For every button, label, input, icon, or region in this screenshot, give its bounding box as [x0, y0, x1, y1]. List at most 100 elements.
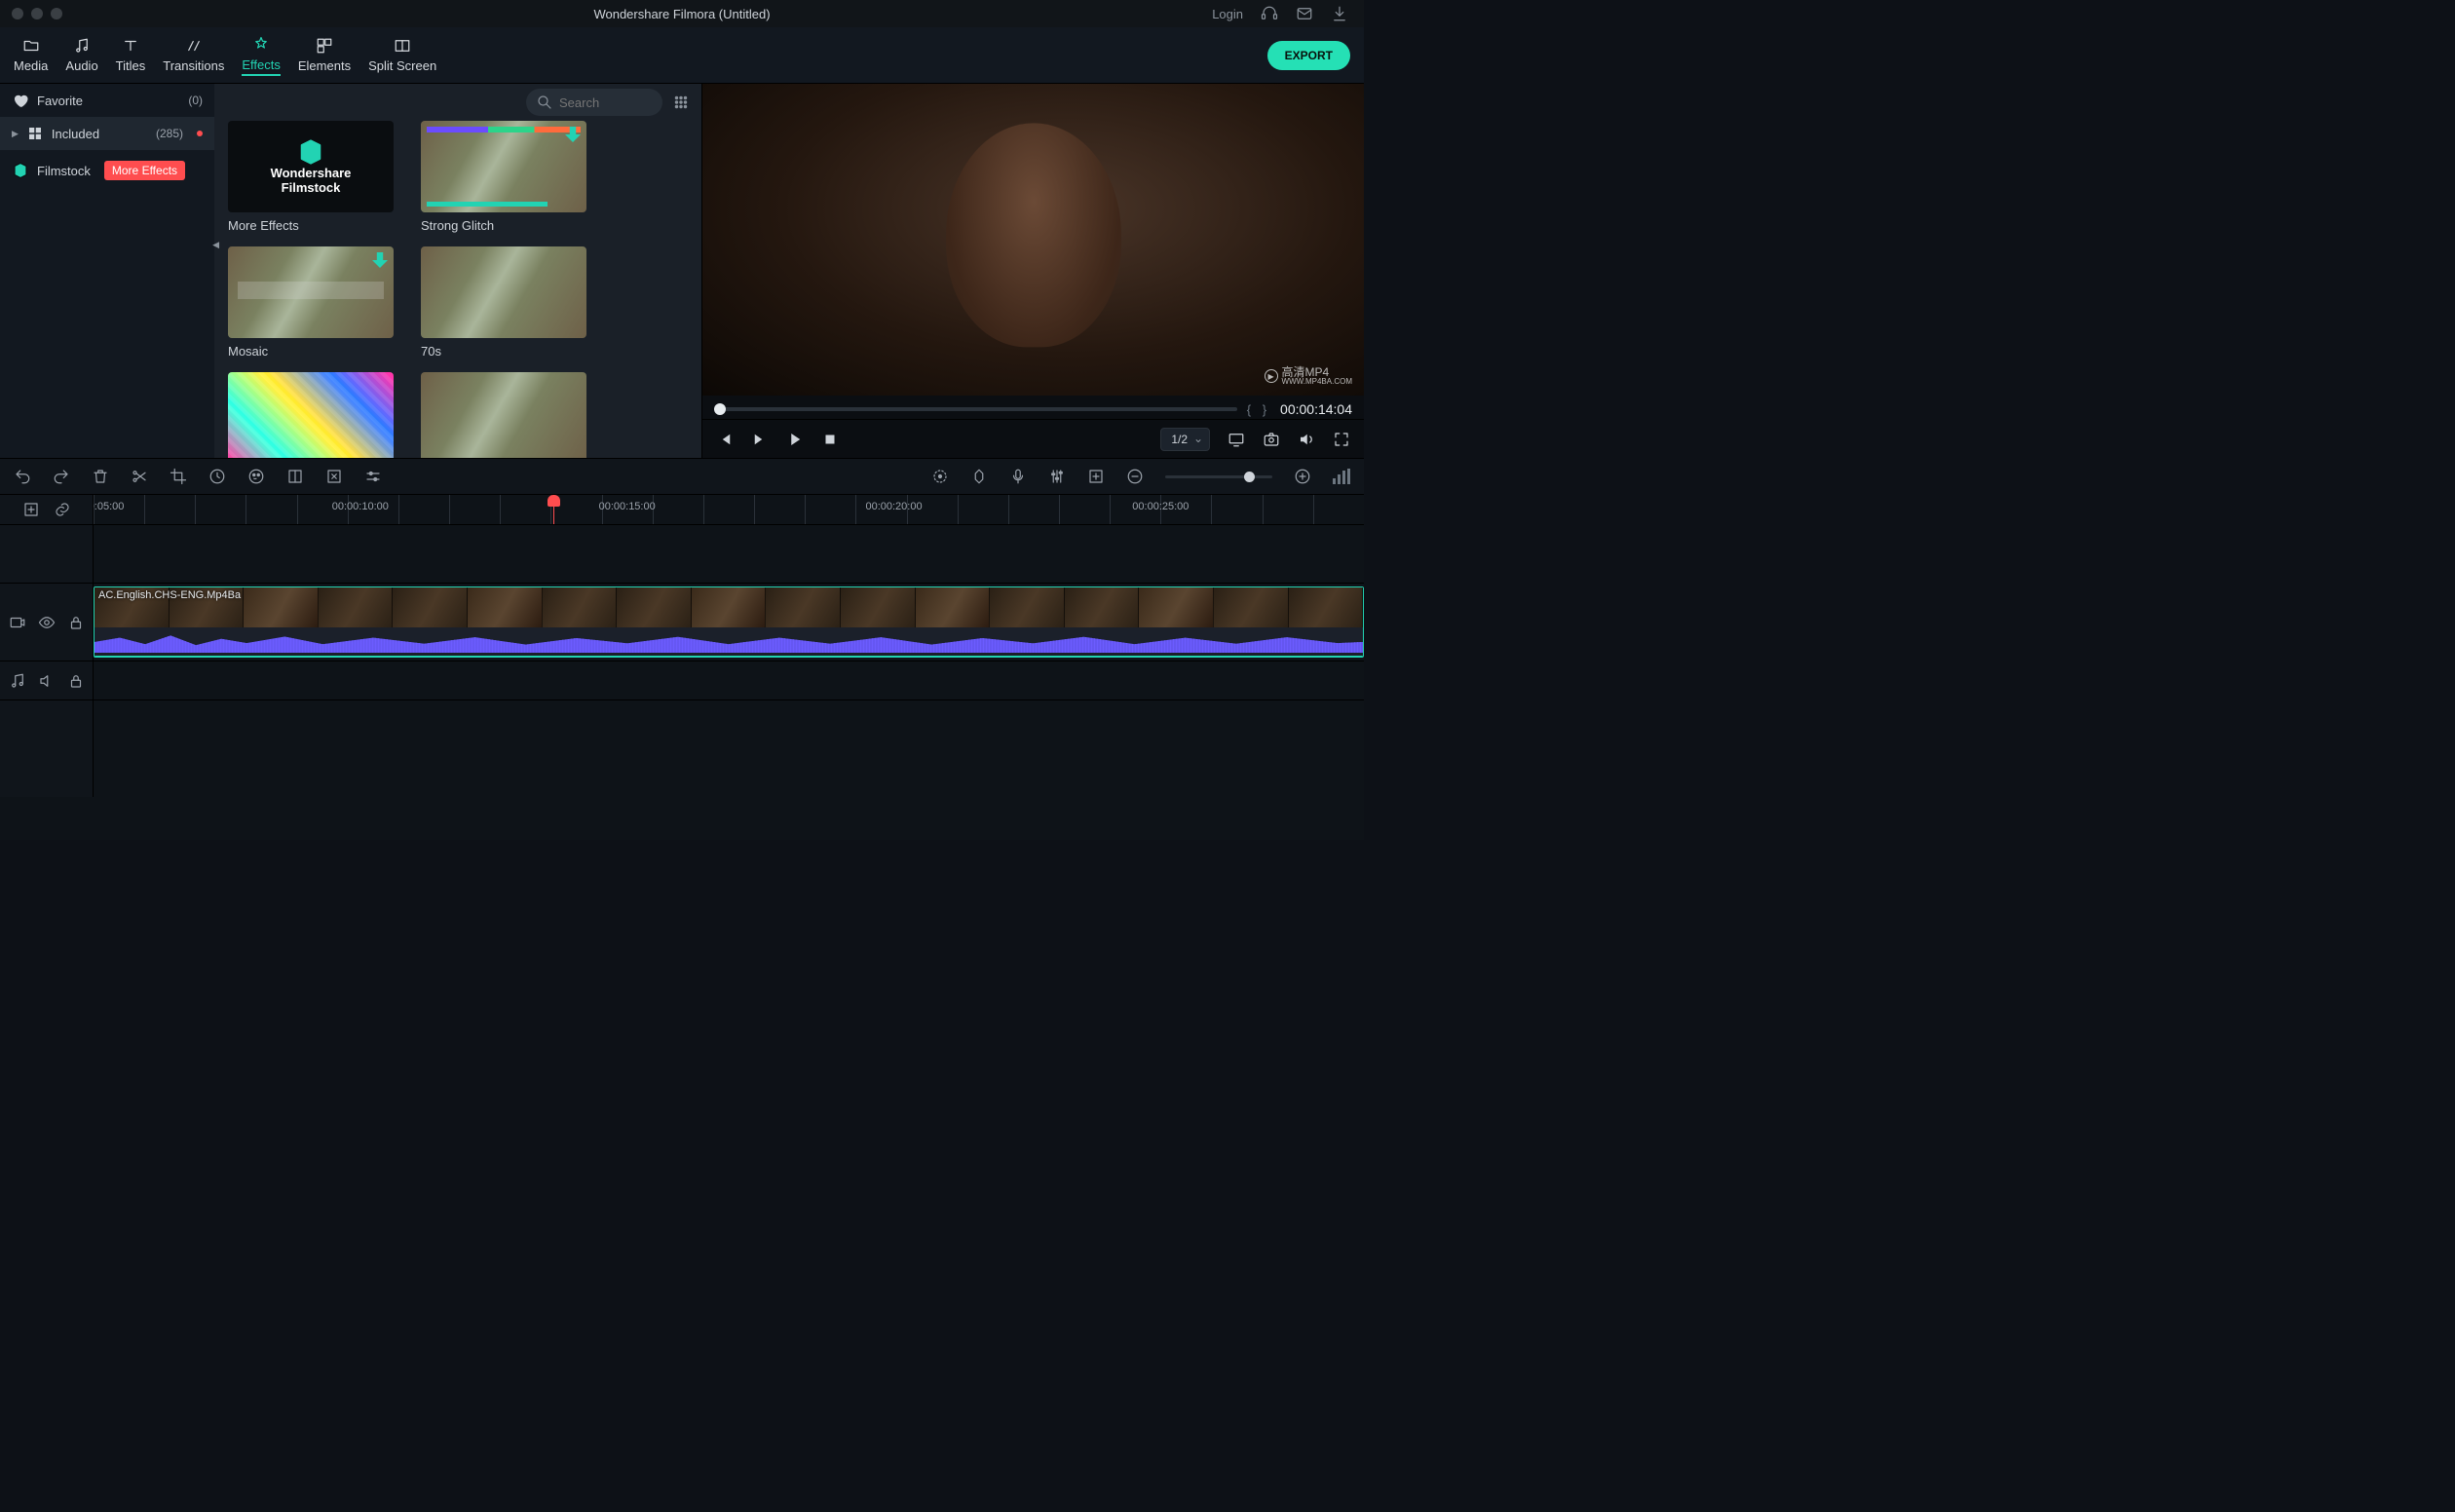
keyframe-icon[interactable]: [970, 468, 988, 485]
link-icon[interactable]: [54, 501, 71, 518]
split-icon[interactable]: [131, 468, 148, 485]
effect-card-strong-glitch[interactable]: Strong Glitch: [421, 121, 586, 233]
cube-icon: [12, 162, 29, 179]
grid-view-icon[interactable]: [672, 94, 690, 111]
nav-transitions[interactable]: Transitions: [163, 35, 224, 75]
record-voice-icon[interactable]: [1009, 468, 1027, 485]
sidebar-favorite[interactable]: Favorite (0): [0, 84, 214, 117]
chevron-right-icon: ▶: [12, 129, 19, 139]
titlebar: Wondershare Filmora (Untitled) Login: [0, 0, 1364, 27]
effect-label: Mosaic: [228, 344, 394, 359]
sidebar-label: Favorite: [37, 94, 83, 108]
window-title: Wondershare Filmora (Untitled): [593, 7, 770, 21]
lock-icon[interactable]: [67, 672, 85, 690]
fullscreen-icon[interactable]: [1333, 431, 1350, 448]
grid-icon: [26, 125, 44, 142]
music-icon[interactable]: [9, 672, 26, 690]
speed-icon[interactable]: [208, 468, 226, 485]
effect-card-more-effects[interactable]: Wondershare Filmstock More Effects: [228, 121, 394, 233]
volume-icon[interactable]: [1298, 431, 1315, 448]
nav-split-screen[interactable]: Split Screen: [368, 35, 436, 75]
effect-thumb: [421, 372, 586, 458]
lock-icon[interactable]: [67, 614, 85, 631]
effect-card[interactable]: [421, 372, 586, 458]
speaker-icon[interactable]: [38, 672, 56, 690]
quality-select[interactable]: 1/2: [1160, 428, 1210, 451]
new-badge-icon: [197, 131, 203, 136]
nav-elements[interactable]: Elements: [298, 35, 351, 75]
eye-icon[interactable]: [38, 614, 56, 631]
window-controls[interactable]: [12, 8, 62, 19]
audio-track: [0, 661, 1364, 699]
nav-effects[interactable]: Effects: [242, 34, 281, 76]
thumb-text: Filmstock: [282, 180, 341, 195]
step-forward-icon[interactable]: [751, 431, 769, 448]
sliders-icon[interactable]: [364, 468, 382, 485]
add-track-icon[interactable]: [22, 501, 40, 518]
nav-audio[interactable]: Audio: [65, 35, 97, 75]
detach-icon[interactable]: [325, 468, 343, 485]
preview-panel: ▶ 高清MP4WWW.MP4BA.COM { } 00:00:14:04 1/2: [701, 84, 1364, 458]
download-icon[interactable]: [1331, 5, 1348, 22]
preview-video[interactable]: ▶ 高清MP4WWW.MP4BA.COM: [702, 84, 1364, 396]
sidebar-included[interactable]: ▶ Included (285): [0, 117, 214, 150]
effect-thumb: Wondershare Filmstock: [228, 121, 394, 212]
login-link[interactable]: Login: [1212, 7, 1243, 21]
snapshot-icon[interactable]: [1263, 431, 1280, 448]
redo-icon[interactable]: [53, 468, 70, 485]
mark-braces[interactable]: { }: [1247, 402, 1270, 417]
clip-label: AC.English.CHS-ENG.Mp4Ba: [98, 589, 241, 601]
track-head-audio: [0, 662, 94, 699]
scrub-bar[interactable]: [714, 407, 1237, 411]
zoom-out-icon[interactable]: [1126, 468, 1144, 485]
download-arrow-icon: [372, 252, 388, 268]
effect-card-mosaic[interactable]: Mosaic: [228, 246, 394, 359]
step-back-icon[interactable]: [716, 431, 734, 448]
zoom-fit-icon[interactable]: [1333, 469, 1350, 484]
export-button[interactable]: EXPORT: [1267, 41, 1350, 70]
collapse-sidebar-icon[interactable]: ◀: [212, 240, 219, 250]
track-empty: [0, 524, 1364, 583]
nav-titles[interactable]: Titles: [116, 35, 146, 75]
time-ruler[interactable]: 0:05:00 00:00:10:00 00:00:15:00 00:00:20…: [94, 495, 1364, 524]
stop-icon[interactable]: [821, 431, 839, 448]
scrub-knob[interactable]: [714, 403, 726, 415]
zoom-in-icon[interactable]: [1294, 468, 1311, 485]
ruler-label: 00:00:15:00: [599, 501, 656, 512]
audio-mixer-icon[interactable]: [1048, 468, 1066, 485]
effect-label: 70s: [421, 344, 586, 359]
search-input[interactable]: [559, 95, 647, 110]
message-icon[interactable]: [1296, 5, 1313, 22]
zoom-slider[interactable]: [1165, 475, 1272, 478]
delete-icon[interactable]: [92, 468, 109, 485]
effect-thumb: [421, 121, 586, 212]
video-track-icon[interactable]: [9, 614, 26, 631]
main-nav: Media Audio Titles Transitions Effects E…: [0, 27, 1364, 84]
download-arrow-icon: [565, 127, 581, 142]
zoom-knob[interactable]: [1244, 472, 1255, 482]
search-icon: [536, 94, 553, 111]
playhead[interactable]: ✂: [553, 495, 554, 524]
ruler-label: 00:00:25:00: [1132, 501, 1189, 512]
sidebar-filmstock[interactable]: Filmstock More Effects: [0, 154, 214, 187]
timeline-toolbar: [0, 458, 1364, 495]
effect-card-70s[interactable]: 70s: [421, 246, 586, 359]
video-clip[interactable]: AC.English.CHS-ENG.Mp4Ba: [94, 586, 1364, 658]
play-icon[interactable]: [786, 431, 804, 448]
crop-icon[interactable]: [170, 468, 187, 485]
search-field[interactable]: [526, 89, 662, 116]
effect-card[interactable]: [228, 372, 394, 458]
green-screen-icon[interactable]: [286, 468, 304, 485]
effect-thumb: [228, 372, 394, 458]
effect-thumb: [421, 246, 586, 338]
nav-media[interactable]: Media: [14, 35, 48, 75]
heart-icon: [12, 92, 29, 109]
color-icon[interactable]: [247, 468, 265, 485]
headset-icon[interactable]: [1261, 5, 1278, 22]
motion-track-icon[interactable]: [931, 468, 949, 485]
marker-icon[interactable]: [1087, 468, 1105, 485]
timeline-gutter-top: [0, 495, 94, 524]
sidebar-count: (285): [156, 127, 183, 140]
display-icon[interactable]: [1228, 431, 1245, 448]
undo-icon[interactable]: [14, 468, 31, 485]
